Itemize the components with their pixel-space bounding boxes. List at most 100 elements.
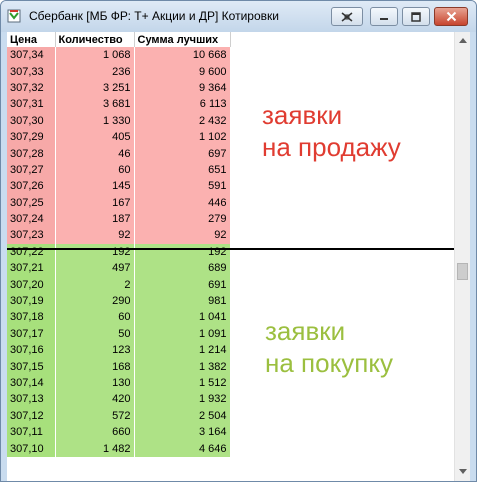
price-cell: 307,31 — [7, 96, 56, 113]
sum-cell: 1 382 — [134, 358, 231, 375]
sum-cell: 192 — [134, 243, 231, 261]
close-button[interactable] — [434, 7, 468, 26]
quantity-cell: 420 — [55, 391, 135, 408]
sell-order-row[interactable]: 307,24 187 279 — [7, 210, 231, 228]
sum-cell: 691 — [134, 276, 231, 293]
price-cell: 307,25 — [7, 194, 56, 211]
sum-cell: 1 932 — [134, 391, 231, 408]
sum-cell: 1 512 — [134, 374, 231, 392]
quantity-cell: 60 — [55, 161, 135, 179]
column-header-sum[interactable]: Сумма лучших — [134, 32, 231, 47]
buy-order-row[interactable]: 307,14 130 1 512 — [7, 374, 231, 392]
sum-cell: 697 — [134, 145, 231, 162]
scroll-up-button[interactable] — [455, 32, 470, 48]
minimize-button[interactable] — [370, 7, 398, 26]
sum-cell: 4 646 — [134, 440, 231, 457]
quantity-cell: 168 — [55, 358, 135, 375]
sum-cell: 92 — [134, 227, 231, 244]
buy-order-row[interactable]: 307,20 2 691 — [7, 276, 231, 293]
price-cell: 307,32 — [7, 79, 56, 97]
sell-order-row[interactable]: 307,23 92 92 — [7, 227, 231, 244]
scroll-down-button[interactable] — [455, 463, 470, 479]
column-header-price[interactable]: Цена — [7, 32, 56, 47]
price-cell: 307,17 — [7, 325, 56, 343]
sell-order-row[interactable]: 307,25 167 446 — [7, 194, 231, 211]
sum-cell: 9 364 — [134, 79, 231, 97]
sell-order-row[interactable]: 307,31 3 681 6 113 — [7, 96, 231, 113]
quantity-cell: 123 — [55, 342, 135, 359]
quantity-cell: 1 330 — [55, 112, 135, 129]
sum-cell: 1 214 — [134, 342, 231, 359]
sum-cell: 1 102 — [134, 128, 231, 146]
quotes-window: Сбербанк [МБ ФР: Т+ Акции и ДР] Котировк… — [0, 0, 477, 482]
quantity-cell: 1 482 — [55, 440, 135, 457]
sum-cell: 3 164 — [134, 423, 231, 441]
sum-cell: 2 504 — [134, 407, 231, 424]
title-bar[interactable]: Сбербанк [МБ ФР: Т+ Акции и ДР] Котировк… — [1, 1, 476, 32]
sell-order-row[interactable]: 307,30 1 330 2 432 — [7, 112, 231, 129]
buy-order-row[interactable]: 307,22 192 192 — [7, 243, 231, 261]
quantity-cell: 50 — [55, 325, 135, 343]
window-title: Сбербанк [МБ ФР: Т+ Акции и ДР] Котировк… — [29, 9, 279, 23]
pin-icon — [341, 11, 353, 22]
sell-orders-annotation: заявки на продажу — [262, 100, 401, 162]
price-cell: 307,29 — [7, 128, 56, 146]
sum-cell: 651 — [134, 161, 231, 179]
price-cell: 307,18 — [7, 309, 56, 326]
buy-order-row[interactable]: 307,21 497 689 — [7, 260, 231, 277]
quantity-cell: 3 251 — [55, 79, 135, 97]
pin-button[interactable] — [331, 7, 363, 26]
quantity-cell: 660 — [55, 423, 135, 441]
quantity-cell: 2 — [55, 276, 135, 293]
price-cell: 307,19 — [7, 292, 56, 310]
sum-cell: 279 — [134, 210, 231, 228]
buy-orders-annotation: заявки на покупку — [265, 316, 393, 378]
price-cell: 307,30 — [7, 112, 56, 129]
buy-order-row[interactable]: 307,18 60 1 041 — [7, 309, 231, 326]
scroll-up-arrow-icon — [458, 37, 467, 43]
minimize-icon — [380, 17, 388, 20]
price-cell: 307,28 — [7, 145, 56, 162]
quantity-cell: 92 — [55, 227, 135, 244]
buy-order-row[interactable]: 307,11 660 3 164 — [7, 423, 231, 441]
buy-order-row[interactable]: 307,10 1 482 4 646 — [7, 440, 231, 457]
quantity-cell: 236 — [55, 63, 135, 80]
price-cell: 307,21 — [7, 260, 56, 277]
order-book-pane: Цена Количество Сумма лучших 307,34 1 068… — [7, 32, 470, 481]
price-cell: 307,24 — [7, 210, 56, 228]
buy-order-row[interactable]: 307,15 168 1 382 — [7, 358, 231, 375]
bid-ask-divider — [7, 248, 454, 250]
quantity-cell: 290 — [55, 292, 135, 310]
sell-order-row[interactable]: 307,28 46 697 — [7, 145, 231, 162]
sell-order-row[interactable]: 307,34 1 068 10 668 — [7, 47, 231, 64]
sell-order-row[interactable]: 307,26 145 591 — [7, 178, 231, 195]
maximize-icon — [411, 11, 421, 22]
scrollbar-thumb[interactable] — [457, 263, 468, 280]
buy-order-row[interactable]: 307,13 420 1 932 — [7, 391, 231, 408]
sum-cell: 2 432 — [134, 112, 231, 129]
price-cell: 307,10 — [7, 440, 56, 457]
table-header-row: Цена Количество Сумма лучших — [7, 32, 231, 47]
sum-cell: 981 — [134, 292, 231, 310]
order-book-table: Цена Количество Сумма лучших 307,34 1 068… — [7, 32, 231, 457]
sell-order-row[interactable]: 307,29 405 1 102 — [7, 128, 231, 146]
sum-cell: 591 — [134, 178, 231, 195]
maximize-button[interactable] — [402, 7, 430, 26]
close-icon — [446, 11, 456, 22]
buy-order-row[interactable]: 307,19 290 981 — [7, 292, 231, 310]
sell-order-row[interactable]: 307,33 236 9 600 — [7, 63, 231, 80]
quantity-cell: 46 — [55, 145, 135, 162]
quantity-cell: 192 — [55, 243, 135, 261]
buy-order-row[interactable]: 307,17 50 1 091 — [7, 325, 231, 343]
vertical-scrollbar[interactable] — [454, 32, 470, 481]
buy-order-row[interactable]: 307,16 123 1 214 — [7, 342, 231, 359]
price-cell: 307,26 — [7, 178, 56, 195]
scroll-down-arrow-icon — [458, 468, 467, 474]
sell-order-row[interactable]: 307,27 60 651 — [7, 161, 231, 179]
sell-order-row[interactable]: 307,32 3 251 9 364 — [7, 79, 231, 97]
sum-cell: 689 — [134, 260, 231, 277]
buy-order-row[interactable]: 307,12 572 2 504 — [7, 407, 231, 424]
price-cell: 307,15 — [7, 358, 56, 375]
price-cell: 307,11 — [7, 423, 56, 441]
column-header-quantity[interactable]: Количество — [55, 32, 135, 47]
